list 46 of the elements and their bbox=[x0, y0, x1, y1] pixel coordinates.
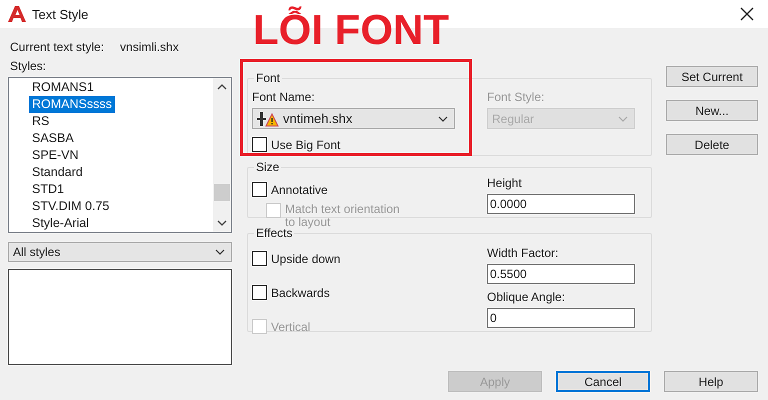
group-label: Font bbox=[255, 71, 282, 85]
list-item[interactable]: SASBA bbox=[29, 130, 77, 147]
checkbox[interactable] bbox=[252, 285, 267, 300]
width-factor-field[interactable]: 0.5500 bbox=[487, 264, 635, 284]
dialog-button[interactable]: Set Current bbox=[666, 66, 758, 87]
field-label: Font Style: bbox=[487, 90, 546, 105]
checkbox[interactable] bbox=[252, 137, 267, 152]
field-label: Oblique Angle: bbox=[487, 290, 566, 305]
dialog-button[interactable]: Help bbox=[664, 371, 758, 392]
styles-filter-dropdown[interactable]: All styles bbox=[8, 242, 232, 262]
window-title: Text Style bbox=[32, 6, 90, 22]
list-item[interactable]: ROMANSssss bbox=[29, 96, 115, 113]
list-item[interactable]: ROMANS1 bbox=[29, 79, 97, 96]
field-label: Current text style: bbox=[10, 40, 104, 55]
font-name-dropdown[interactable]: vntimeh.shx bbox=[252, 108, 455, 129]
dialog-button[interactable]: Delete bbox=[666, 134, 758, 155]
annotation-text: LỖI FONT bbox=[253, 6, 449, 54]
effect-checkbox[interactable]: Upside down bbox=[252, 251, 477, 266]
scrollbar-drawing[interactable] bbox=[213, 78, 231, 232]
field-label: Width Factor: bbox=[487, 246, 560, 261]
field-label: Height bbox=[487, 176, 523, 191]
dialog-button[interactable]: New... bbox=[666, 100, 758, 121]
checkbox[interactable] bbox=[252, 251, 267, 266]
list-item[interactable]: Standard bbox=[29, 164, 86, 181]
height-field[interactable]: 0.0000 bbox=[487, 194, 635, 214]
oblique-angle-field[interactable]: 0 bbox=[487, 308, 635, 328]
list-item[interactable]: Style-Arial bbox=[29, 215, 92, 232]
logo-icon bbox=[8, 6, 26, 22]
effect-checkbox[interactable]: Backwards bbox=[252, 285, 477, 300]
current-style-value: vnsimli.shx bbox=[120, 40, 179, 55]
chevron-down-icon bbox=[438, 116, 448, 122]
field-label: Styles: bbox=[9, 59, 48, 74]
annotative-checkbox[interactable]: Annotative bbox=[252, 182, 477, 197]
list-item[interactable]: SPE-VN bbox=[29, 147, 82, 164]
use-big-font-checkbox[interactable]: Use Big Font bbox=[252, 137, 477, 152]
chevron-down-icon bbox=[215, 249, 225, 255]
chevron-down-icon bbox=[618, 116, 628, 122]
group-label: Effects bbox=[255, 226, 292, 240]
list-item[interactable]: STD1 bbox=[29, 181, 67, 198]
dialog-button[interactable]: Cancel bbox=[556, 371, 650, 392]
group-label: Size bbox=[255, 160, 280, 174]
list-item[interactable]: STV.DIM 0.75 bbox=[29, 198, 112, 215]
checkbox[interactable] bbox=[252, 182, 267, 197]
close-icon[interactable] bbox=[740, 7, 754, 21]
field-label: Font Name: bbox=[252, 90, 316, 105]
list-item[interactable]: RS bbox=[29, 113, 52, 130]
